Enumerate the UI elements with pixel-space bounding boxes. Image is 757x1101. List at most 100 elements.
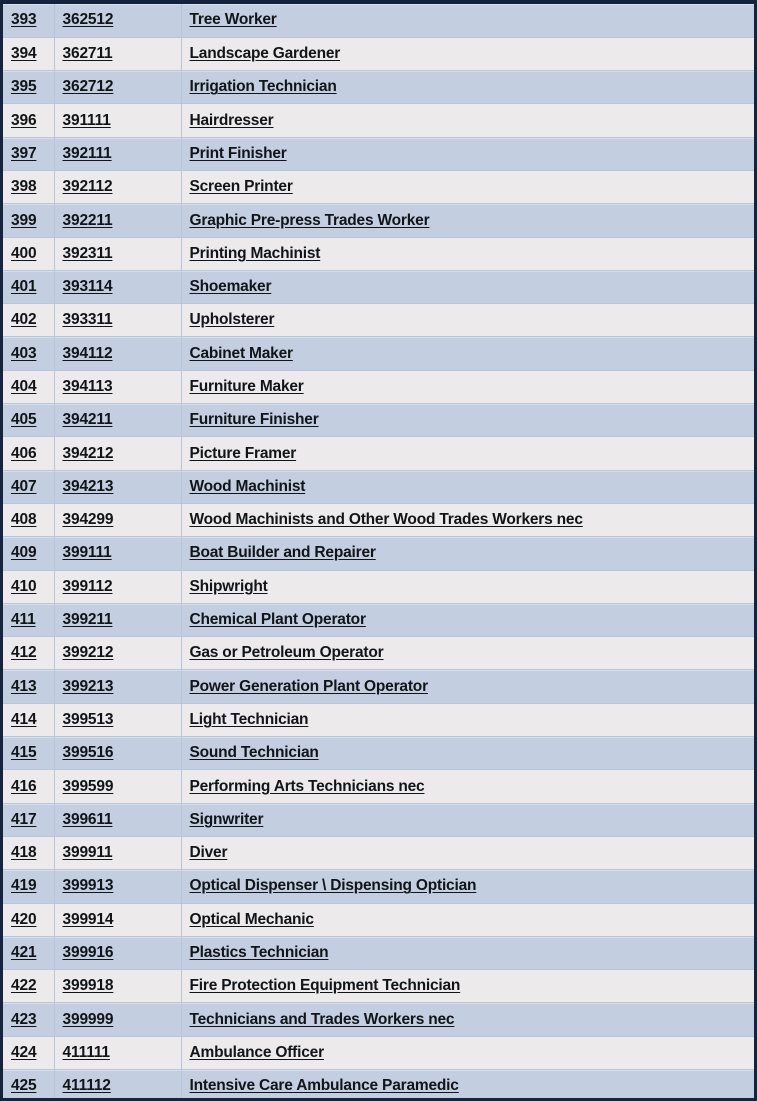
anzsco-code-link[interactable]: 399111	[63, 544, 112, 561]
occupation-title-link[interactable]: Boat Builder and Repairer	[190, 544, 376, 561]
occupation-title-link[interactable]: Signwriter	[190, 811, 264, 828]
row-number-link[interactable]: 399	[11, 212, 37, 229]
row-number-link[interactable]: 421	[11, 944, 37, 961]
anzsco-code-link[interactable]: 399212	[63, 644, 114, 661]
table-row[interactable]: 401 393114 Shoemaker	[3, 270, 754, 305]
row-number-link[interactable]: 420	[11, 911, 37, 928]
anzsco-code-link[interactable]: 362712	[63, 78, 114, 95]
row-number-link[interactable]: 398	[11, 178, 37, 195]
table-row[interactable]: 396 391111 Hairdresser	[3, 103, 754, 138]
table-row[interactable]: 407 394213 Wood Machinist	[3, 470, 754, 504]
table-row[interactable]: 405 394211 Furniture Finisher	[3, 403, 754, 438]
occupation-title-link[interactable]: Picture Framer	[190, 445, 297, 462]
anzsco-code-link[interactable]: 392111	[63, 145, 112, 162]
table-row[interactable]: 412 399212 Gas or Petroleum Operator	[3, 636, 754, 671]
row-number-link[interactable]: 423	[11, 1011, 37, 1028]
anzsco-code-link[interactable]: 394113	[63, 378, 113, 395]
row-number-link[interactable]: 401	[11, 278, 37, 295]
occupation-title-link[interactable]: Wood Machinist	[190, 478, 306, 495]
anzsco-code-link[interactable]: 399913	[63, 877, 114, 894]
occupation-title-link[interactable]: Power Generation Plant Operator	[190, 678, 429, 695]
table-row[interactable]: 399 392211 Graphic Pre-press Trades Worker	[3, 203, 754, 238]
row-number-link[interactable]: 402	[11, 311, 37, 328]
occupation-title-link[interactable]: Upholsterer	[190, 311, 275, 328]
anzsco-code-link[interactable]: 392112	[63, 178, 113, 195]
row-number-link[interactable]: 400	[11, 245, 37, 262]
table-row[interactable]: 424 411111 Ambulance Officer	[3, 1036, 754, 1071]
row-number-link[interactable]: 404	[11, 378, 37, 395]
anzsco-code-link[interactable]: 399211	[63, 611, 113, 628]
anzsco-code-link[interactable]: 411111	[63, 1044, 111, 1061]
occupation-title-link[interactable]: Chemical Plant Operator	[190, 611, 366, 628]
row-number-link[interactable]: 403	[11, 345, 37, 362]
table-row[interactable]: 393 362512 Tree Worker	[3, 4, 754, 38]
row-number-link[interactable]: 407	[11, 478, 37, 495]
row-number-link[interactable]: 394	[11, 45, 37, 62]
occupation-title-link[interactable]: Light Technician	[190, 711, 309, 728]
table-row[interactable]: 423 399999 Technicians and Trades Workers …	[3, 1002, 754, 1037]
occupation-title-link[interactable]: Wood Machinists and Other Wood Trades Wo…	[190, 511, 583, 528]
anzsco-code-link[interactable]: 399513	[63, 711, 114, 728]
occupation-title-link[interactable]: Landscape Gardener	[190, 45, 341, 62]
occupation-title-link[interactable]: Cabinet Maker	[190, 345, 294, 362]
anzsco-code-link[interactable]: 399112	[63, 578, 113, 595]
occupation-title-link[interactable]: Screen Printer	[190, 178, 293, 195]
anzsco-code-link[interactable]: 391111	[63, 112, 111, 129]
table-row[interactable]: 406 394212 Picture Framer	[3, 436, 754, 471]
occupation-title-link[interactable]: Plastics Technician	[190, 944, 329, 961]
anzsco-code-link[interactable]: 393114	[63, 278, 113, 295]
occupation-title-link[interactable]: Shipwright	[190, 578, 268, 595]
row-number-link[interactable]: 393	[11, 11, 37, 28]
occupation-title-link[interactable]: Tree Worker	[190, 11, 277, 28]
anzsco-code-link[interactable]: 399213	[63, 678, 114, 695]
table-row[interactable]: 410 399112 Shipwright	[3, 570, 754, 604]
anzsco-code-link[interactable]: 399918	[63, 977, 114, 994]
row-number-link[interactable]: 424	[11, 1044, 37, 1061]
occupation-title-link[interactable]: Hairdresser	[190, 112, 274, 129]
table-row[interactable]: 397 392111 Print Finisher	[3, 137, 754, 171]
anzsco-code-link[interactable]: 399911	[63, 844, 113, 861]
row-number-link[interactable]: 419	[11, 877, 37, 894]
row-number-link[interactable]: 410	[11, 578, 37, 595]
occupation-title-link[interactable]: Optical Dispenser \ Dispensing Optician	[190, 877, 477, 894]
row-number-link[interactable]: 425	[11, 1077, 37, 1094]
occupation-title-link[interactable]: Irrigation Technician	[190, 78, 337, 95]
table-row[interactable]: 411 399211 Chemical Plant Operator	[3, 603, 754, 638]
row-number-link[interactable]: 417	[11, 811, 37, 828]
occupation-title-link[interactable]: Technicians and Trades Workers nec	[190, 1011, 455, 1028]
occupation-title-link[interactable]: Intensive Care Ambulance Paramedic	[190, 1077, 459, 1094]
occupation-title-link[interactable]: Shoemaker	[190, 278, 272, 295]
anzsco-code-link[interactable]: 399599	[63, 778, 114, 795]
table-row[interactable]: 422 399918 Fire Protection Equipment Techn…	[3, 969, 754, 1004]
row-number-link[interactable]: 416	[11, 778, 37, 795]
table-row[interactable]: 425 411112 Intensive Care Ambulance Parame…	[3, 1069, 754, 1098]
row-number-link[interactable]: 397	[11, 145, 37, 162]
table-row[interactable]: 404 394113 Furniture Maker	[3, 370, 754, 405]
anzsco-code-link[interactable]: 399611	[63, 811, 113, 828]
table-row[interactable]: 398 392112 Screen Printer	[3, 170, 754, 205]
anzsco-code-link[interactable]: 394211	[63, 411, 113, 428]
row-number-link[interactable]: 396	[11, 112, 37, 129]
row-number-link[interactable]: 405	[11, 411, 37, 428]
table-row[interactable]: 400 392311 Printing Machinist	[3, 237, 754, 271]
occupation-title-link[interactable]: Optical Mechanic	[190, 911, 314, 928]
occupation-title-link[interactable]: Print Finisher	[190, 145, 287, 162]
row-number-link[interactable]: 395	[11, 78, 37, 95]
table-row[interactable]: 403 394112 Cabinet Maker	[3, 336, 754, 371]
anzsco-code-link[interactable]: 399999	[63, 1011, 114, 1028]
anzsco-code-link[interactable]: 399516	[63, 744, 114, 761]
row-number-link[interactable]: 418	[11, 844, 37, 861]
anzsco-code-link[interactable]: 362512	[63, 11, 114, 28]
row-number-link[interactable]: 413	[11, 678, 37, 695]
row-number-link[interactable]: 409	[11, 544, 37, 561]
row-number-link[interactable]: 414	[11, 711, 37, 728]
table-row[interactable]: 420 399914 Optical Mechanic	[3, 903, 754, 937]
anzsco-code-link[interactable]: 392311	[63, 245, 113, 262]
row-number-link[interactable]: 408	[11, 511, 37, 528]
anzsco-code-link[interactable]: 362711	[63, 45, 113, 62]
occupation-title-link[interactable]: Performing Arts Technicians nec	[190, 778, 425, 795]
table-row[interactable]: 395 362712 Irrigation Technician	[3, 70, 754, 105]
row-number-link[interactable]: 412	[11, 644, 37, 661]
occupation-title-link[interactable]: Diver	[190, 844, 228, 861]
table-row[interactable]: 394 362711 Landscape Gardener	[3, 37, 754, 72]
